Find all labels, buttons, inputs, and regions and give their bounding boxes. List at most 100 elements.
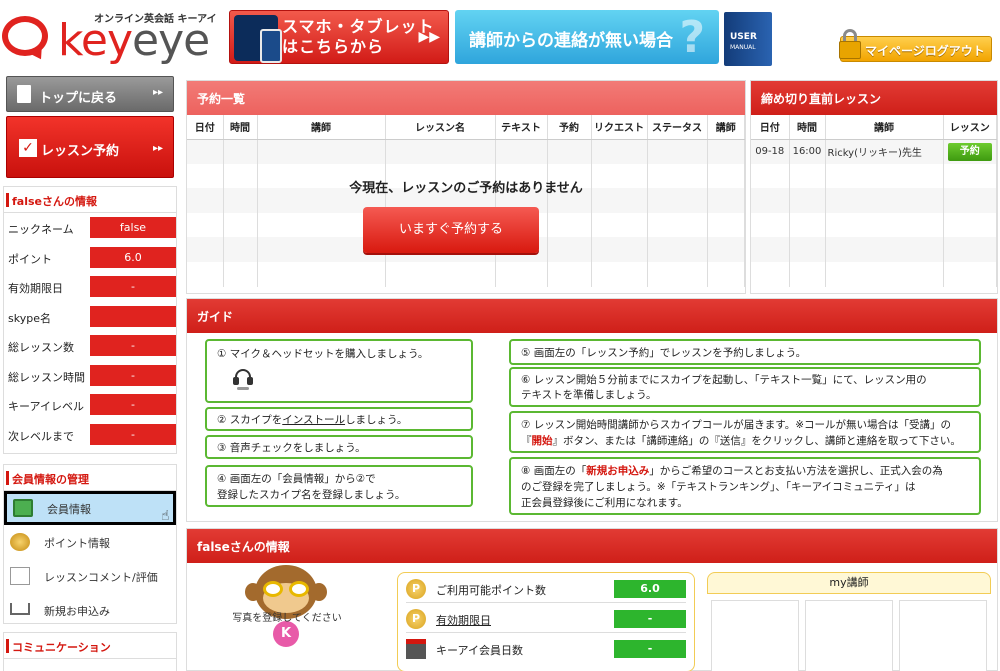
info-row-points: ポイント 6.0	[4, 243, 176, 273]
cart-icon	[10, 603, 30, 615]
info-value: false	[90, 217, 176, 238]
no-tutor-contact-banner[interactable]: 講師からの連絡が無い場合 ?	[455, 10, 719, 64]
member-days-row: キーアイ会員日数 -	[406, 633, 686, 663]
my-tutor-title: my講師	[707, 572, 991, 594]
door-icon	[17, 85, 31, 103]
sidebar-item-point-info[interactable]: ポイント情報	[4, 525, 176, 559]
user-info-panel-title: falseさんの情報	[187, 529, 997, 563]
member-management-title: 会員情報の管理	[4, 465, 176, 491]
pencil-note-icon	[10, 567, 30, 585]
table-row	[751, 212, 997, 238]
lesson-reservation-label: レッスン予約	[41, 144, 120, 159]
table-row	[751, 237, 997, 262]
info-row-nickname: ニックネーム false	[4, 213, 176, 243]
table-row: 09-18 16:00 Ricky(リッキー)先生 予約	[751, 139, 997, 164]
info-key: 有効期限日	[8, 282, 63, 295]
cell-tutor: Ricky(リッキー)先生	[825, 139, 944, 164]
reservation-list-title: 予約一覧	[187, 81, 745, 115]
deadline-lessons-title: 締め切り直前レッスン	[751, 81, 997, 115]
back-to-top-label: トップに戻る	[39, 91, 118, 106]
col-tutor: 講師	[257, 115, 386, 140]
logout-label: マイページログアウト	[865, 44, 985, 58]
cell-time: 16:00	[789, 139, 826, 164]
table-row	[751, 188, 997, 213]
guide-step-5: ⑤ 画面左の「レッスン予約」でレッスンを予約しましょう。	[509, 339, 981, 365]
back-to-top-button[interactable]: トップに戻る ▸▸	[6, 76, 174, 112]
chevron-right-icon: ▸▸	[152, 143, 163, 154]
expiry-row: P 有効期限日 -	[406, 603, 686, 633]
manual-label-user: USER	[730, 32, 757, 42]
hand-cursor-icon: ☝	[161, 508, 170, 524]
keyeye-logo[interactable]: オンライン英会話 キーアイ keyeye	[2, 4, 228, 68]
col-time: 時間	[223, 115, 258, 140]
info-value: -	[90, 394, 176, 415]
point-coin-icon: P	[406, 609, 426, 629]
guide-step-2: ② スカイプをインストールしましょう。	[205, 407, 473, 431]
sidebar-item-label: ポイント情報	[44, 537, 110, 550]
expiry-value: -	[614, 610, 686, 628]
communication-title: コミュニケーション	[4, 633, 176, 659]
my-tutor-slots	[707, 594, 991, 671]
guide-step-4-line1: ④ 画面左の「会員情報」から②で	[217, 473, 376, 485]
guide-step-1: ① マイク＆ヘッドセットを購入しましょう。	[205, 339, 473, 403]
coins-icon	[10, 533, 30, 551]
col-time: 時間	[789, 115, 826, 140]
my-tutor-slot[interactable]	[899, 600, 987, 671]
sidebar: トップに戻る ▸▸ ✓ レッスン予約 ▸▸ falseさんの情報 ニックネーム …	[0, 72, 180, 671]
guide-step-7-text-end: 』ボタン、または「講師連絡」の『送信』をクリックし、講師と連絡を取って下さい。	[552, 435, 961, 447]
sidebar-item-label: 新規お申込み	[44, 605, 110, 618]
guide-step-1-text: ① マイク＆ヘッドセットを購入しましょう。	[217, 348, 429, 360]
info-row-total-lessons: 総レッスン数 -	[4, 331, 176, 361]
guide-step-8: ⑧ 画面左の「新規お申込み」からご希望のコースとお支払い方法を選択し、正式入会の…	[509, 457, 981, 515]
guide-step-7-text: 『	[521, 435, 532, 447]
sidebar-item-lesson-comment[interactable]: レッスンコメント/評価	[4, 559, 176, 593]
lesson-reservation-button[interactable]: ✓ レッスン予約 ▸▸	[6, 116, 174, 178]
available-points-row: P ご利用可能ポイント数 6.0	[406, 573, 686, 603]
sidebar-item-member-info[interactable]: 会員情報 ☝	[4, 491, 176, 525]
table-row	[187, 139, 745, 164]
deadline-reserve-button[interactable]: 予約	[947, 142, 992, 161]
reserve-now-button[interactable]: いますぐ予約する	[363, 207, 539, 253]
guide-step-8-line2: のご登録を完了しましょう。※「テキストランキング」、「キーアイコミュニティ」は	[521, 481, 916, 493]
col-date: 日付	[187, 115, 224, 140]
mypage-logout-button[interactable]: マイページログアウト	[839, 29, 992, 62]
start-button-mention: 開始	[531, 435, 553, 447]
guide-step-3-text: ③ 音声チェックをしましょう。	[217, 442, 366, 454]
logo-word-key: key	[58, 15, 133, 66]
info-key: キーアイレベル	[8, 400, 85, 413]
smartphone-banner-line2: はこちらから	[282, 37, 385, 56]
info-key: ニックネーム	[8, 223, 74, 236]
available-points-value: 6.0	[614, 580, 686, 598]
info-row-expiry: 有効期限日 -	[4, 272, 176, 302]
guide-step-8-text: ⑧ 画面左の「	[521, 465, 587, 477]
col-tutor: 講師	[825, 115, 944, 140]
deadline-lessons-panel: 締め切り直前レッスン 日付 時間 講師 レッスン 09-18 16:00 Ric…	[750, 80, 998, 294]
guide-step-8-line1: ⑧ 画面左の「新規お申込み」からご希望のコースとお支払い方法を選択し、正式入会の…	[521, 463, 969, 479]
guide-step-5-text: ⑤ 画面左の「レッスン予約」でレッスンを予約しましょう。	[521, 347, 807, 359]
info-key: 総レッスン時間	[8, 370, 85, 384]
expiry-link[interactable]: 有効期限日	[436, 612, 491, 628]
table-row	[187, 261, 745, 287]
user-manual-book[interactable]: USER MANUAL	[724, 12, 772, 66]
my-tutor-slot[interactable]	[805, 600, 893, 671]
communication-box: コミュニケーション	[3, 632, 177, 671]
logo-wordmark: keyeye	[58, 15, 210, 66]
member-days-value: -	[614, 640, 686, 658]
sidebar-item-new-application[interactable]: 新規お申込み	[4, 593, 176, 627]
contact-banner-text: 講師からの連絡が無い場合	[469, 31, 673, 51]
info-key: skype名	[8, 311, 51, 325]
my-tutor-slot[interactable]	[711, 600, 799, 671]
manual-label-manual: MANUAL	[730, 44, 756, 51]
available-points-label: ご利用可能ポイント数	[436, 584, 546, 597]
point-coin-icon: P	[406, 579, 426, 599]
member-days-label: キーアイ会員日数	[436, 644, 524, 657]
user-info-panel: falseさんの情報 K 写真を登録してください P ご利用可能ポイント数 6.…	[186, 528, 998, 671]
info-key: ポイント	[8, 252, 52, 266]
smartphone-tablet-banner[interactable]: スマホ・タブレット はこちらから ▶▶	[229, 10, 449, 64]
headset-icon	[233, 369, 255, 390]
mascot-photo-placeholder[interactable]: K 写真を登録してください	[217, 559, 357, 659]
info-value	[90, 305, 176, 327]
table-row	[751, 261, 997, 287]
install-skype-link[interactable]: インストール	[282, 414, 345, 426]
guide-step-4-line2: 登録したスカイプ名を登録しましょう。	[217, 489, 406, 501]
